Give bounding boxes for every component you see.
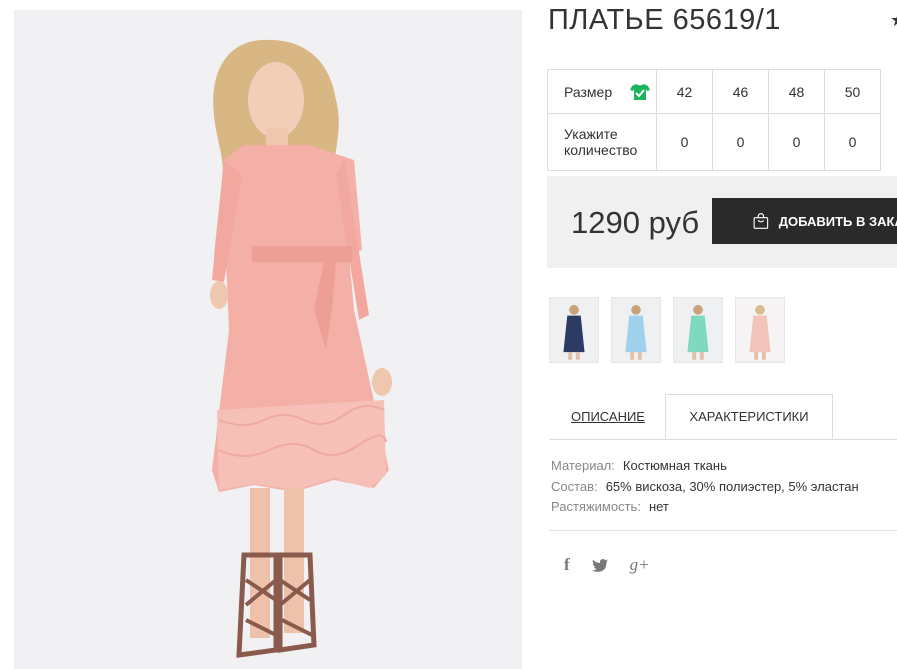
add-to-order-button[interactable]: ДОБАВИТЬ В ЗАКАЗ xyxy=(712,198,897,244)
quantity-label-line1: Укажите xyxy=(564,126,618,142)
facebook-icon[interactable]: f xyxy=(564,555,570,575)
twitter-icon[interactable] xyxy=(591,558,608,572)
quantity-input-46[interactable]: 0 xyxy=(712,113,769,171)
thumbnail-mint[interactable] xyxy=(673,297,723,363)
product-specs: Материал: Костюмная ткань Состав: 65% виск… xyxy=(551,456,859,518)
spec-value: 65% вискоза, 30% полиэстер, 5% эластан xyxy=(605,478,859,494)
size-chart-shirt-icon[interactable] xyxy=(630,83,651,101)
product-main-image[interactable] xyxy=(14,10,522,669)
divider xyxy=(549,530,897,531)
favorite-star-icon[interactable]: ★ xyxy=(890,10,897,31)
tab-characteristics[interactable]: ХАРАКТЕРИСТИКИ xyxy=(665,394,833,439)
quantity-input-42[interactable]: 0 xyxy=(656,113,713,171)
size-row: Размер 42 46 48 50 xyxy=(547,69,881,114)
size-50: 50 xyxy=(824,69,881,114)
price-panel: 1290 руб ДОБАВИТЬ В ЗАКАЗ xyxy=(547,176,897,268)
color-thumbnails xyxy=(549,297,797,363)
thumbnail-navy[interactable] xyxy=(549,297,599,363)
spec-key: Растяжимость: xyxy=(551,499,641,514)
spec-row-composition: Состав: 65% вискоза, 30% полиэстер, 5% эл… xyxy=(551,477,859,498)
size-46: 46 xyxy=(712,69,769,114)
add-to-order-label: ДОБАВИТЬ В ЗАКАЗ xyxy=(778,213,897,229)
quantity-header-cell: Укажите количество xyxy=(547,113,657,171)
thumbnail-pink[interactable] xyxy=(735,297,785,363)
product-price: 1290 руб xyxy=(571,205,700,240)
shopping-bag-icon xyxy=(753,213,769,229)
quantity-label-line2: количество xyxy=(564,142,638,158)
size-header-cell: Размер xyxy=(547,69,657,114)
spec-key: Состав: xyxy=(551,478,598,494)
quantity-input-50[interactable]: 0 xyxy=(824,113,881,171)
social-share: f g+ xyxy=(564,555,672,575)
tab-description[interactable]: ОПИСАНИЕ xyxy=(549,394,667,438)
spec-key: Материал: xyxy=(551,458,615,473)
spec-row-stretch: Растяжимость: нет xyxy=(551,497,859,518)
size-label: Размер xyxy=(564,83,613,100)
product-title: ПЛАТЬЕ 65619/1 xyxy=(548,4,781,36)
size-quantity-table: Размер 42 46 48 50 Укажите количество 0 … xyxy=(547,69,881,171)
spec-value: нет xyxy=(648,499,669,514)
quantity-input-48[interactable]: 0 xyxy=(768,113,825,171)
spec-row-material: Материал: Костюмная ткань xyxy=(551,456,859,477)
quantity-row: Укажите количество 0 0 0 0 xyxy=(547,113,881,171)
google-plus-icon[interactable]: g+ xyxy=(630,555,650,575)
thumbnail-blue[interactable] xyxy=(611,297,661,363)
product-tabs: ОПИСАНИЕ ХАРАКТЕРИСТИКИ xyxy=(549,394,897,440)
spec-value: Костюмная ткань xyxy=(622,458,727,473)
size-42: 42 xyxy=(656,69,713,114)
size-48: 48 xyxy=(768,69,825,114)
